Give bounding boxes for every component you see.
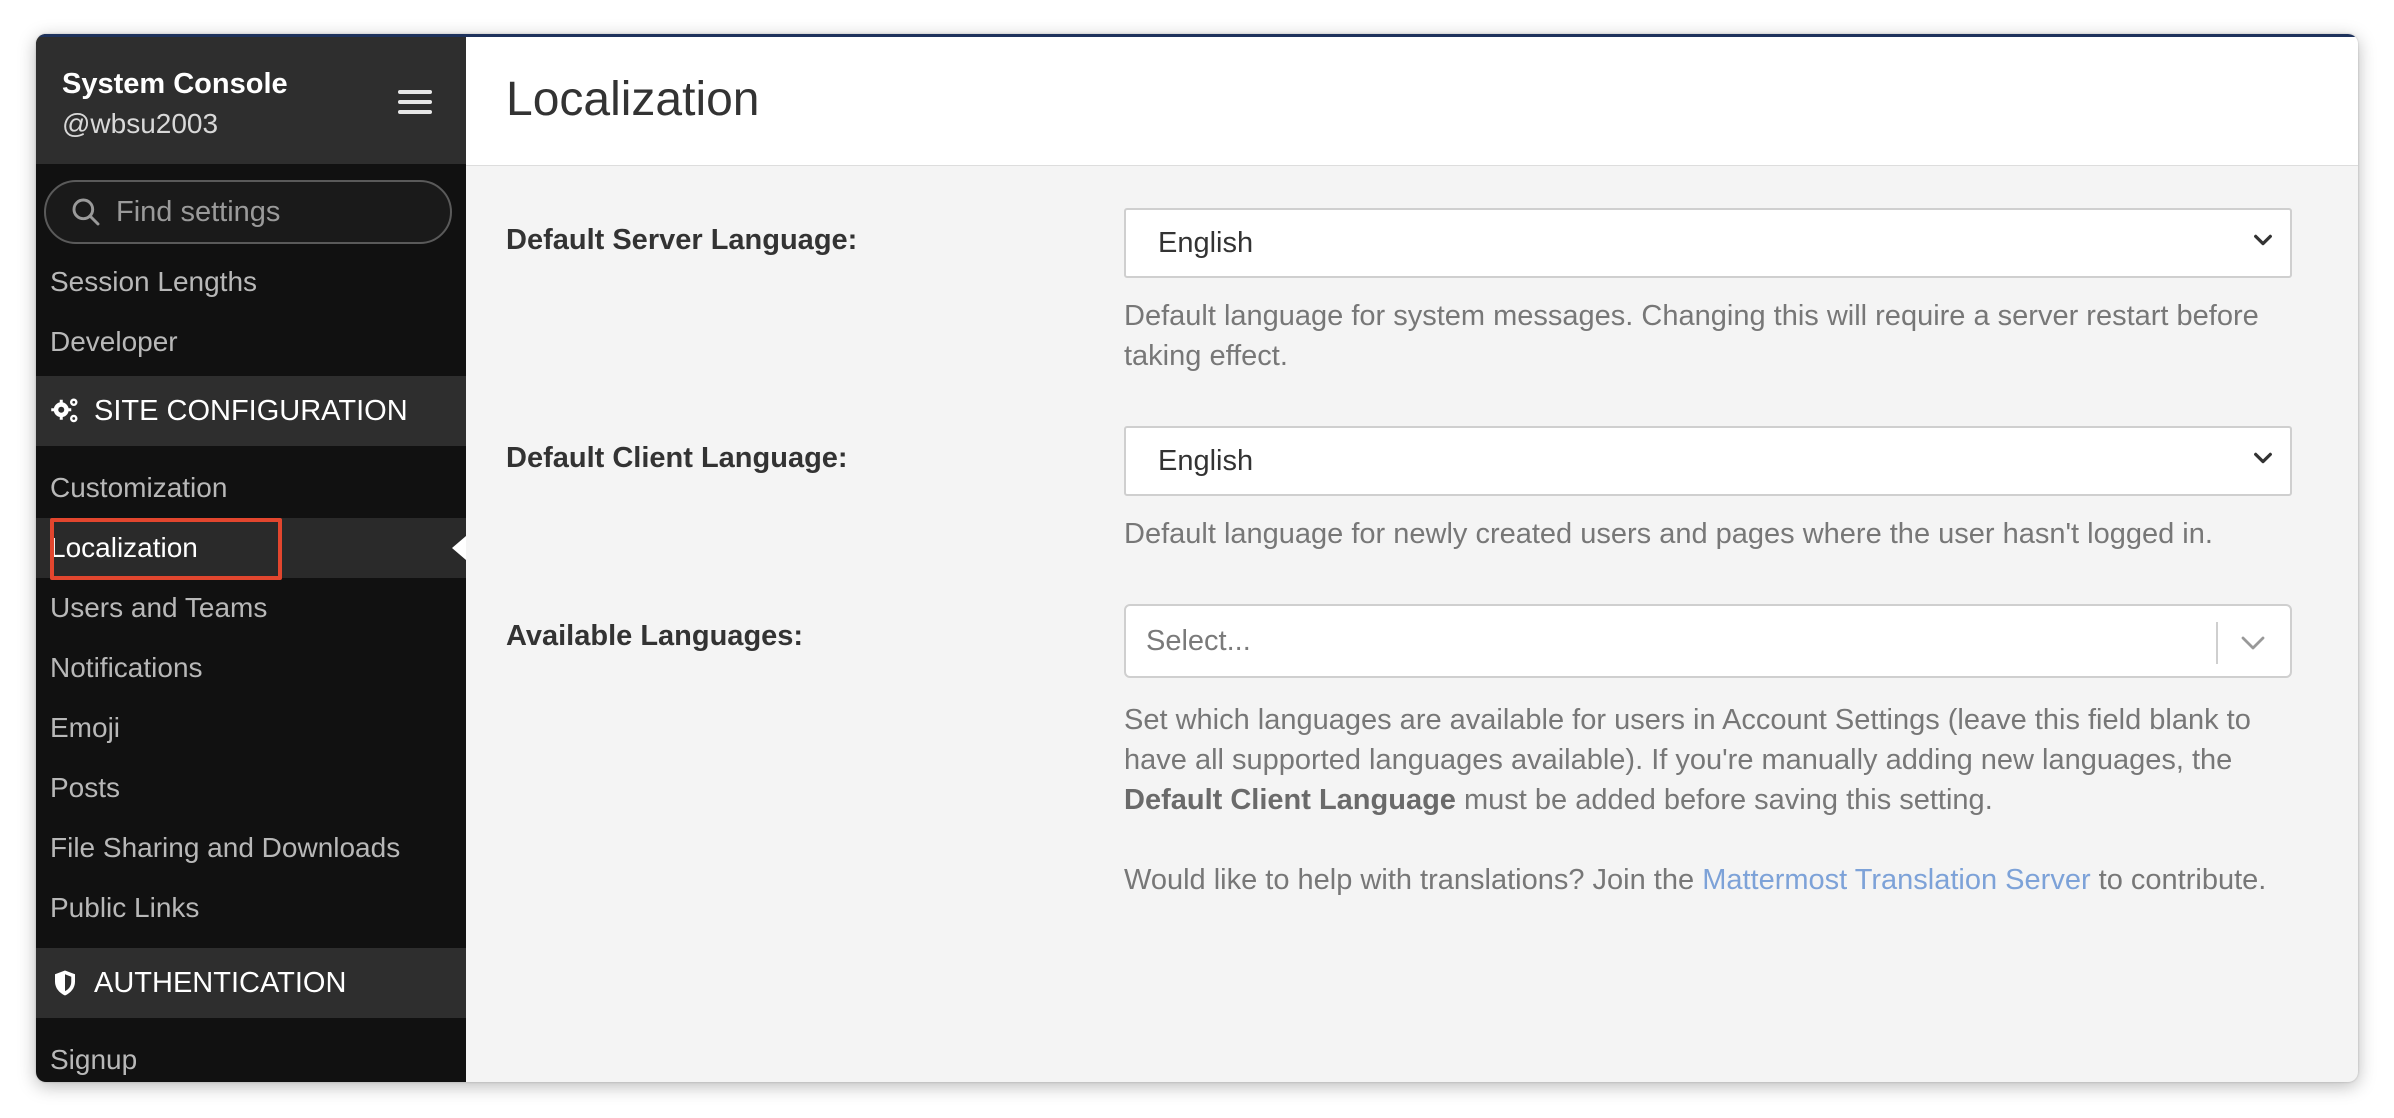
sidebar-item-notifications[interactable]: Notifications [36,638,466,698]
sidebar-item-file-sharing[interactable]: File Sharing and Downloads [36,818,466,878]
help-text: Would like to help with translations? Jo… [1124,864,1703,896]
settings-search[interactable] [44,180,452,244]
help-text: Set which languages are available for us… [1124,704,2251,776]
selected-value: English [1158,226,1254,259]
default-server-language-select[interactable]: English [1124,208,2292,278]
main-panel: Localization Default Server Language: En… [466,34,2358,1082]
chevron-down-icon[interactable] [2238,632,2268,654]
search-icon [72,198,100,226]
sidebar-item-users-and-teams[interactable]: Users and Teams [36,578,466,638]
sidebar-item-customization[interactable]: Customization [36,458,466,518]
default-client-language-label: Default Client Language: [506,442,848,474]
client-language-help: Default language for newly created users… [1124,518,2213,550]
section-label: SITE CONFIGURATION [94,395,408,427]
sidebar-item-session-lengths[interactable]: Session Lengths [36,252,466,312]
search-input[interactable] [116,195,416,229]
sidebar-item-signup[interactable]: Signup [36,1030,466,1082]
sidebar-header: System Console @wbsu2003 [36,34,466,164]
page-header: Localization [466,34,2358,166]
selected-value: English [1158,444,1254,477]
sidebar-item-localization[interactable]: Localization [36,518,466,578]
sidebar-item-developer[interactable]: Developer [36,312,466,372]
default-server-language-label: Default Server Language: [506,224,858,256]
server-language-help: Default language for system messages. Ch… [1124,300,2259,372]
shield-icon [55,970,75,996]
chevron-down-icon [2254,452,2272,464]
section-label: AUTHENTICATION [94,967,347,999]
section-site-configuration: SITE CONFIGURATION [36,376,466,446]
sidebar-item-emoji[interactable]: Emoji [36,698,466,758]
available-languages-label: Available Languages: [506,620,804,652]
gears-icon [51,398,78,423]
sidebar: System Console @wbsu2003 Session Lengths… [36,34,466,1082]
menu-icon[interactable] [398,90,432,114]
help-text: must be added before saving this setting… [1455,784,1993,816]
available-languages-multiselect[interactable]: Select... [1124,604,2292,678]
chevron-down-icon [2254,234,2272,246]
select-placeholder: Select... [1146,624,1251,657]
sidebar-item-public-links[interactable]: Public Links [36,878,466,938]
page-title: Localization [506,73,760,126]
username: @wbsu2003 [62,108,219,139]
help-bold-text: Default Client Language [1124,784,1456,816]
section-authentication: AUTHENTICATION [36,948,466,1018]
console-title: System Console [62,68,288,100]
default-client-language-select[interactable]: English [1124,426,2292,496]
help-text: to contribute. [2090,864,2267,896]
sidebar-item-posts[interactable]: Posts [36,758,466,818]
translation-help: Would like to help with translations? Jo… [1124,860,2292,900]
app-window: System Console @wbsu2003 Session Lengths… [36,34,2358,1082]
available-languages-help: Set which languages are available for us… [1124,700,2292,820]
translation-server-link[interactable]: Mattermost Translation Server [1702,864,2090,896]
separator [2216,622,2218,664]
